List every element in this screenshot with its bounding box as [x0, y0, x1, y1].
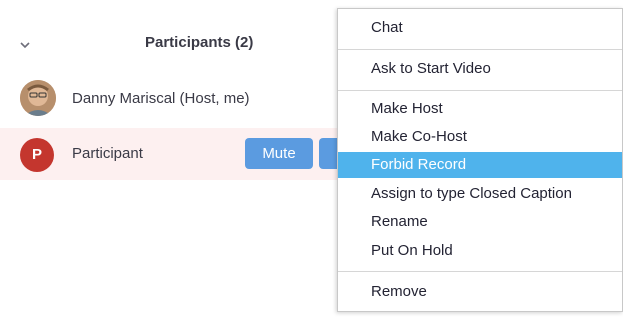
chevron-down-icon[interactable]	[17, 37, 33, 53]
menu-item-rename[interactable]: Rename	[338, 209, 622, 235]
panel-title: Participants (2)	[145, 34, 254, 51]
participants-panel: Participants (2) Danny Mariscal (Host, m…	[0, 0, 623, 321]
participant-row[interactable]: P Participant Mute	[0, 128, 345, 180]
menu-item-forbid-record[interactable]: Forbid Record	[338, 152, 622, 178]
participant-name: Danny Mariscal (Host, me)	[72, 90, 250, 107]
menu-item-make-co-host[interactable]: Make Co-Host	[338, 124, 622, 150]
mute-button[interactable]: Mute	[245, 138, 313, 169]
participant-context-menu: Chat Ask to Start Video Make Host Make C…	[337, 8, 623, 312]
menu-item-make-host[interactable]: Make Host	[338, 96, 622, 122]
menu-separator	[338, 90, 622, 91]
menu-separator	[338, 271, 622, 272]
participant-name: Participant	[72, 145, 143, 162]
avatar	[20, 80, 56, 116]
person-photo-icon	[20, 80, 56, 116]
avatar: P	[20, 138, 54, 172]
menu-item-remove[interactable]: Remove	[338, 279, 622, 305]
menu-item-put-on-hold[interactable]: Put On Hold	[338, 238, 622, 264]
menu-item-chat[interactable]: Chat	[338, 15, 622, 41]
menu-separator	[338, 49, 622, 50]
menu-item-assign-closed-caption[interactable]: Assign to type Closed Caption	[338, 181, 622, 207]
menu-item-ask-start-video[interactable]: Ask to Start Video	[338, 56, 622, 82]
